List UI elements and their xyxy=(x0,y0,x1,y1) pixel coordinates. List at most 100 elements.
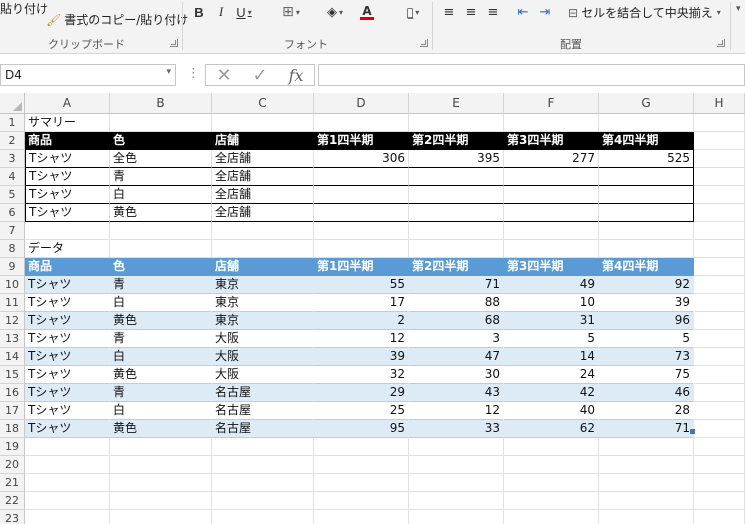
summary-cell[interactable]: 277 xyxy=(504,150,599,168)
table-cell[interactable]: 東京 xyxy=(212,276,314,294)
table-cell[interactable]: 17 xyxy=(314,294,409,312)
cell[interactable] xyxy=(110,438,212,456)
row-header-1[interactable]: 1 xyxy=(0,114,25,132)
row-header-22[interactable]: 22 xyxy=(0,492,25,510)
cell[interactable] xyxy=(409,222,504,240)
row-header-7[interactable]: 7 xyxy=(0,222,25,240)
summary-cell[interactable] xyxy=(314,204,409,222)
cell[interactable] xyxy=(314,492,409,510)
table-cell[interactable]: 白 xyxy=(110,402,212,420)
table-cell[interactable]: 24 xyxy=(504,366,599,384)
summary-header-cell[interactable]: 第3四半期 xyxy=(504,132,599,150)
cell[interactable] xyxy=(25,222,110,240)
table-cell[interactable]: 12 xyxy=(409,402,504,420)
cell[interactable] xyxy=(212,456,314,474)
data-header-cell[interactable]: 店舗 xyxy=(212,258,314,276)
chevron-down-icon[interactable]: ▾ xyxy=(166,67,171,77)
cell[interactable] xyxy=(694,114,745,132)
cell[interactable] xyxy=(694,420,745,438)
cell[interactable] xyxy=(694,492,745,510)
row-header-2[interactable]: 2 xyxy=(0,132,25,150)
cancel-icon[interactable]: ✕ xyxy=(216,65,231,86)
table-cell[interactable]: 3 xyxy=(409,330,504,348)
column-header-f[interactable]: F xyxy=(504,93,599,114)
summary-cell[interactable] xyxy=(599,186,694,204)
cell[interactable] xyxy=(212,222,314,240)
column-header-c[interactable]: C xyxy=(212,93,314,114)
row-header-21[interactable]: 21 xyxy=(0,474,25,492)
table-cell[interactable]: 95 xyxy=(314,420,409,438)
table-cell[interactable]: 30 xyxy=(409,366,504,384)
cell[interactable] xyxy=(694,474,745,492)
cell[interactable] xyxy=(110,114,212,132)
table-cell[interactable]: 46 xyxy=(599,384,694,402)
cell[interactable] xyxy=(694,456,745,474)
data-header-cell[interactable]: 第2四半期 xyxy=(409,258,504,276)
cell[interactable] xyxy=(694,186,745,204)
row-header-19[interactable]: 19 xyxy=(0,438,25,456)
cell[interactable] xyxy=(409,240,504,258)
table-cell[interactable]: 黄色 xyxy=(110,312,212,330)
summary-header-cell[interactable]: 第4四半期 xyxy=(599,132,694,150)
cell[interactable] xyxy=(694,438,745,456)
summary-header-cell[interactable]: 店舗 xyxy=(212,132,314,150)
table-cell[interactable]: 71 xyxy=(409,276,504,294)
table-cell[interactable]: 大阪 xyxy=(212,330,314,348)
row-header-16[interactable]: 16 xyxy=(0,384,25,402)
summary-cell[interactable]: 全色 xyxy=(110,150,212,168)
table-cell[interactable]: Tシャツ xyxy=(25,294,110,312)
cell[interactable] xyxy=(599,240,694,258)
table-cell[interactable]: 12 xyxy=(314,330,409,348)
cell[interactable] xyxy=(599,510,694,524)
data-header-cell[interactable]: 第1四半期 xyxy=(314,258,409,276)
cell[interactable] xyxy=(504,222,599,240)
table-cell[interactable]: 白 xyxy=(110,294,212,312)
cell[interactable] xyxy=(110,240,212,258)
cell[interactable] xyxy=(212,438,314,456)
column-header-e[interactable]: E xyxy=(409,93,504,114)
font-color-button[interactable]: A xyxy=(352,2,382,22)
summary-cell[interactable]: 全店舗 xyxy=(212,150,314,168)
cell[interactable] xyxy=(409,456,504,474)
table-cell[interactable]: 47 xyxy=(409,348,504,366)
summary-cell[interactable] xyxy=(504,204,599,222)
table-cell[interactable]: 黄色 xyxy=(110,420,212,438)
cell[interactable] xyxy=(110,492,212,510)
cell[interactable] xyxy=(212,114,314,132)
font-launcher-icon[interactable] xyxy=(420,39,428,47)
table-cell[interactable]: Tシャツ xyxy=(25,276,110,294)
table-cell[interactable]: 東京 xyxy=(212,294,314,312)
table-cell[interactable]: 68 xyxy=(409,312,504,330)
row-header-17[interactable]: 17 xyxy=(0,402,25,420)
cell[interactable] xyxy=(599,438,694,456)
cell[interactable] xyxy=(409,492,504,510)
table-cell[interactable]: 14 xyxy=(504,348,599,366)
table-cell[interactable]: 88 xyxy=(409,294,504,312)
row-header-11[interactable]: 11 xyxy=(0,294,25,312)
summary-cell[interactable]: Tシャツ xyxy=(25,186,110,204)
phonetic-button[interactable]: ア̲ ▾ xyxy=(398,2,428,22)
table-cell[interactable]: 名古屋 xyxy=(212,384,314,402)
row-header-6[interactable]: 6 xyxy=(0,204,25,222)
summary-cell[interactable] xyxy=(409,204,504,222)
table-cell[interactable]: 5 xyxy=(599,330,694,348)
table-cell[interactable]: Tシャツ xyxy=(25,384,110,402)
cell[interactable] xyxy=(694,312,745,330)
data-header-cell[interactable]: 色 xyxy=(110,258,212,276)
clipboard-launcher-icon[interactable] xyxy=(170,39,178,47)
cell[interactable] xyxy=(694,240,745,258)
summary-cell[interactable] xyxy=(504,168,599,186)
cell[interactable] xyxy=(599,222,694,240)
cell[interactable] xyxy=(694,222,745,240)
cell[interactable] xyxy=(599,456,694,474)
cell[interactable] xyxy=(504,114,599,132)
summary-cell[interactable]: 全店舗 xyxy=(212,168,314,186)
table-resize-handle[interactable] xyxy=(690,429,695,434)
row-header-15[interactable]: 15 xyxy=(0,366,25,384)
column-header-d[interactable]: D xyxy=(314,93,409,114)
alignment-launcher-icon[interactable] xyxy=(717,39,725,47)
cell[interactable] xyxy=(314,240,409,258)
cell[interactable] xyxy=(314,114,409,132)
table-cell[interactable]: 青 xyxy=(110,276,212,294)
cell[interactable] xyxy=(25,492,110,510)
